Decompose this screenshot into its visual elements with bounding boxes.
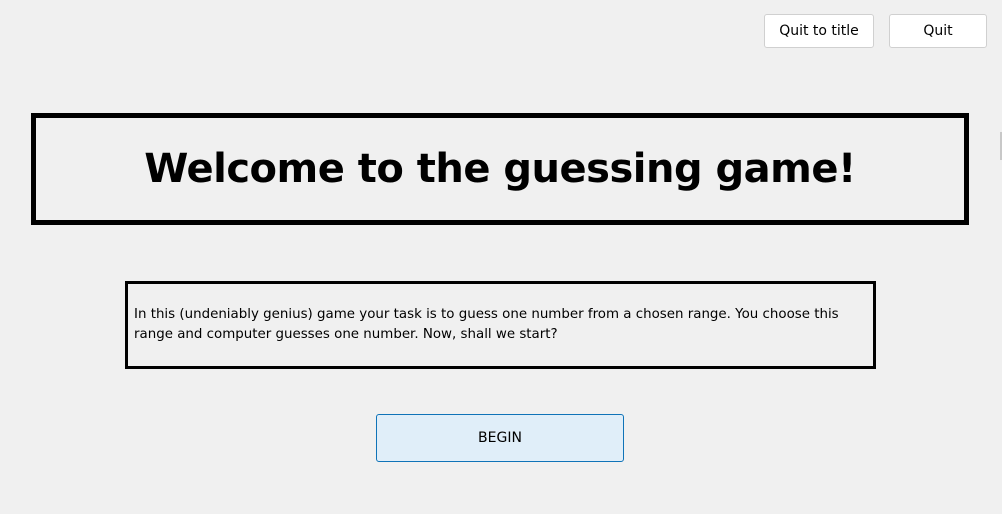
quit-button[interactable]: Quit [889,14,987,48]
game-description: In this (undeniably genius) game your ta… [134,307,839,342]
begin-button[interactable]: BEGIN [376,414,624,462]
title-frame: Welcome to the guessing game! [31,113,969,225]
page-title: Welcome to the guessing game! [144,146,856,192]
description-frame: In this (undeniably genius) game your ta… [125,281,876,369]
quit-to-title-button[interactable]: Quit to title [764,14,874,48]
